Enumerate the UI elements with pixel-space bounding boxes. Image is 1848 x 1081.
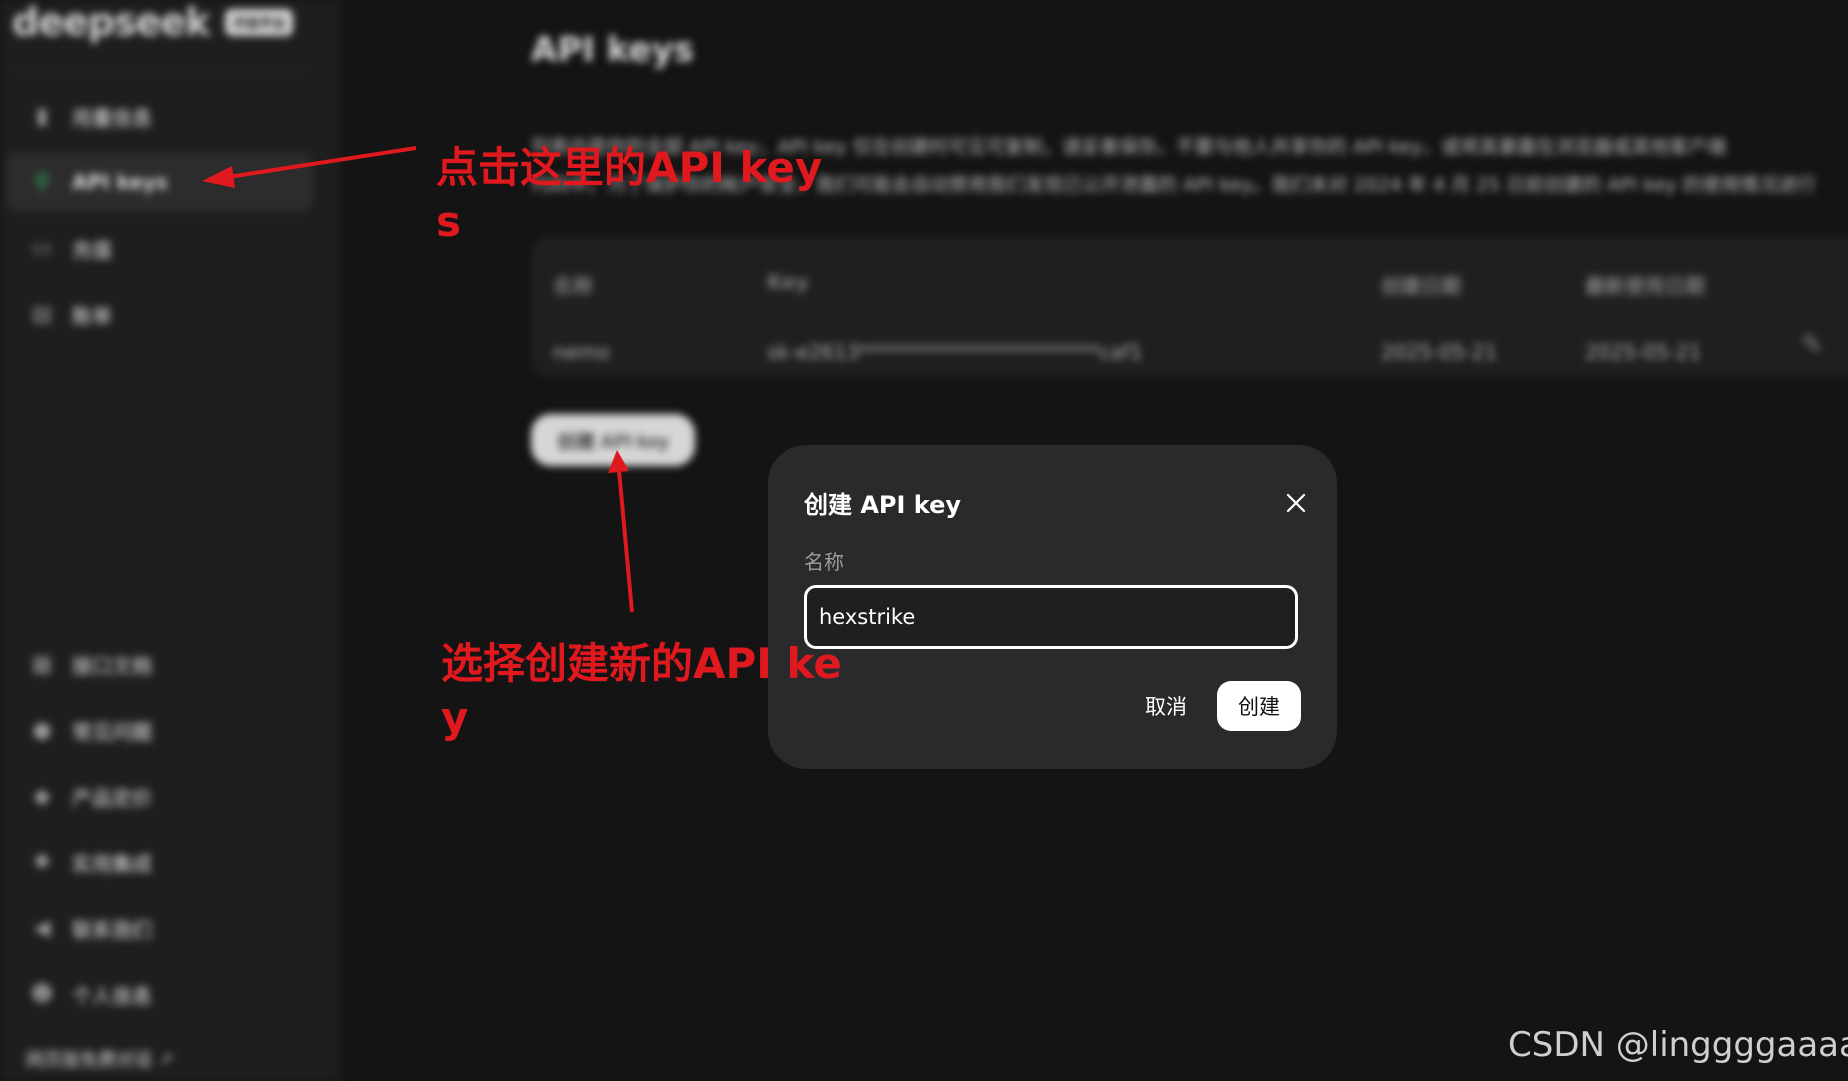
annotation-choose-create: 选择创建新的API ke y — [441, 639, 842, 742]
annotation-click-api-keys: 点击这里的API key s — [436, 143, 823, 246]
annotation-arrows — [202, 146, 634, 613]
arrow-to-api-keys — [202, 146, 417, 188]
arrow-to-create-button — [608, 450, 634, 613]
csdn-watermark: CSDN @linggggaaaa — [1508, 1025, 1848, 1065]
